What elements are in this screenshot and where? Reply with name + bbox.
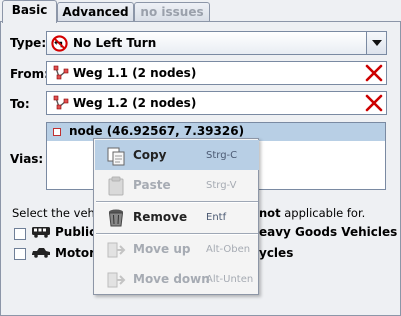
motor-checkbox[interactable] xyxy=(14,248,26,260)
menu-item-remove[interactable]: Remove Entf xyxy=(95,202,259,232)
tab-bar: Basic Advanced no issues xyxy=(0,0,401,23)
node-icon xyxy=(53,128,61,136)
menu-item-move-down[interactable]: Move down Alt-Unten xyxy=(95,264,259,294)
vehicle-prompt-start: Select the vehi xyxy=(12,206,99,220)
type-label: Type: xyxy=(10,36,47,50)
paste-icon xyxy=(108,176,124,196)
no-left-turn-icon xyxy=(51,35,68,52)
menu-item-move-up[interactable]: Move up Alt-Oben xyxy=(95,234,259,264)
tab-advanced[interactable]: Advanced xyxy=(57,2,134,22)
type-combobox[interactable]: No Left Turn xyxy=(46,31,387,55)
vehicle-prompt-not: not xyxy=(259,206,281,220)
from-label: From: xyxy=(10,67,49,81)
vehicle-prompt-end-text: applicable for. xyxy=(280,206,366,220)
tab-basic[interactable]: Basic xyxy=(2,0,57,23)
public-label: Public xyxy=(55,225,97,239)
clear-from-icon[interactable] xyxy=(365,64,383,82)
tab-issues-label: no issues xyxy=(140,5,204,19)
way-icon xyxy=(53,65,69,80)
type-value: No Left Turn xyxy=(73,36,157,50)
menu-item-copy-label: Copy xyxy=(133,148,167,162)
menu-item-move-down-label: Move down xyxy=(133,272,210,286)
to-field[interactable]: Weg 1.2 (2 nodes) xyxy=(46,91,387,115)
vias-label: Vias: xyxy=(10,152,44,166)
menu-item-remove-shortcut: Entf xyxy=(206,212,227,223)
bus-icon xyxy=(32,227,50,238)
remove-icon xyxy=(108,209,124,227)
car-icon xyxy=(32,248,50,258)
menu-item-paste[interactable]: Paste Strg-V xyxy=(95,170,259,200)
vehicle-prompt-end: not applicable for. xyxy=(259,206,365,220)
hgv-label: eavy Goods Vehicles xyxy=(259,225,398,239)
move-up-icon xyxy=(107,242,126,258)
menu-item-move-down-shortcut: Alt-Unten xyxy=(206,274,254,285)
menu-item-copy-shortcut: Strg-C xyxy=(206,150,238,161)
tab-issues[interactable]: no issues xyxy=(134,2,210,22)
from-value: Weg 1.1 (2 nodes) xyxy=(73,66,197,80)
clear-to-icon[interactable] xyxy=(365,94,383,112)
menu-item-move-up-shortcut: Alt-Oben xyxy=(206,244,251,255)
to-label: To: xyxy=(10,97,30,111)
move-down-icon xyxy=(107,272,126,288)
menu-item-move-up-label: Move up xyxy=(133,242,191,256)
public-checkbox[interactable] xyxy=(14,228,26,240)
vehicle-prompt: Select the vehi xyxy=(12,206,98,220)
copy-icon xyxy=(107,147,125,166)
menu-item-paste-label: Paste xyxy=(133,178,171,192)
menu-item-paste-shortcut: Strg-V xyxy=(206,180,237,191)
from-field[interactable]: Weg 1.1 (2 nodes) xyxy=(46,61,387,85)
tab-advanced-label: Advanced xyxy=(62,5,129,19)
to-value: Weg 1.2 (2 nodes) xyxy=(73,96,197,110)
chevron-down-icon[interactable] xyxy=(366,32,386,54)
motorcycles-label: ycles xyxy=(259,246,294,260)
menu-item-remove-label: Remove xyxy=(133,210,188,224)
way-icon xyxy=(53,95,69,110)
menu-item-copy[interactable]: Copy Strg-C xyxy=(95,140,259,170)
context-menu: Copy Strg-C Paste Strg-V Remove Entf Mov… xyxy=(93,138,259,295)
tab-basic-label: Basic xyxy=(11,3,48,17)
